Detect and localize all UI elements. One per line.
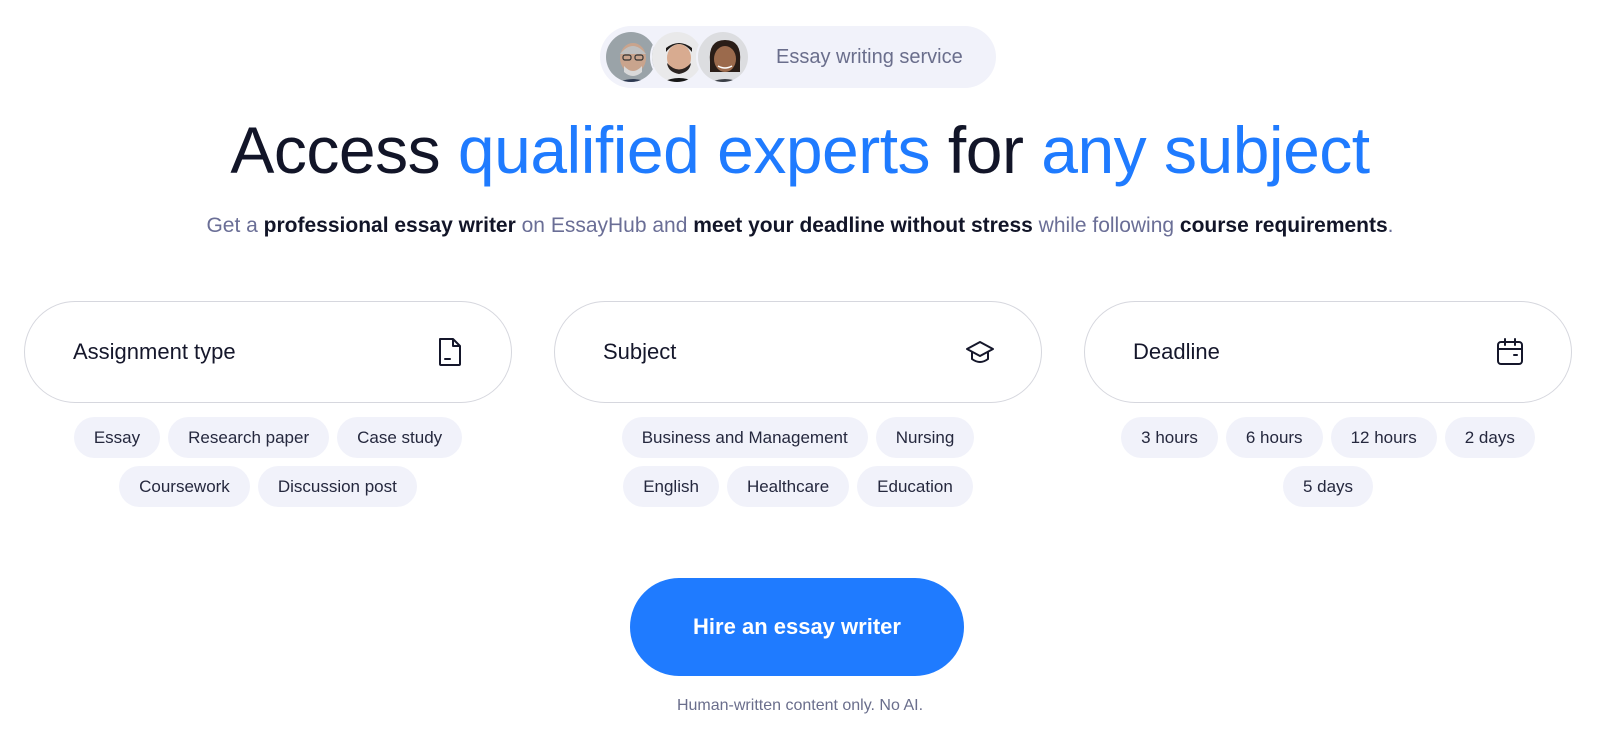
subtitle-text: . (1387, 214, 1394, 237)
chip-option[interactable]: 2 days (1444, 417, 1535, 458)
assignment-type-group: Assignment type Essay Research paper Cas… (24, 301, 512, 507)
page-subtitle: Get a professional essay writer on Essay… (0, 214, 1600, 238)
chip-option[interactable]: Case study (337, 417, 463, 458)
subtitle-highlight: professional essay writer (263, 214, 516, 237)
chip-option[interactable]: Research paper (168, 417, 330, 458)
subtitle-highlight: meet your deadline without stress (693, 214, 1033, 237)
chip-option[interactable]: 5 days (1282, 466, 1374, 507)
page-title: Access qualified experts for any subject (0, 112, 1600, 188)
subject-group: Subject Business and Management Nursing … (554, 301, 1042, 507)
subject-select[interactable]: Subject (554, 301, 1042, 403)
chip-option[interactable]: English (623, 466, 719, 507)
deadline-select[interactable]: Deadline (1084, 301, 1572, 403)
chip-option[interactable]: Nursing (875, 417, 975, 458)
graduation-cap-icon (965, 337, 995, 367)
deadline-group: Deadline 3 hours 6 hours 12 hours 2 days… (1084, 301, 1572, 507)
chip-option[interactable]: Coursework (119, 466, 250, 507)
chip-option[interactable]: 3 hours (1121, 417, 1218, 458)
field-label: Subject (603, 339, 677, 364)
chip-option[interactable]: Healthcare (726, 466, 850, 507)
title-accent: qualified experts (457, 113, 931, 187)
field-label: Deadline (1133, 339, 1220, 364)
subtitle-text: Get a (206, 214, 264, 237)
title-accent: any subject (1041, 113, 1370, 187)
assignment-type-select[interactable]: Assignment type (24, 301, 512, 403)
subtitle-text: while following (1032, 214, 1180, 237)
subtitle-highlight: course requirements (1179, 214, 1388, 237)
avatar (696, 30, 750, 84)
hire-writer-button[interactable]: Hire an essay writer (630, 578, 964, 676)
chip-option[interactable]: Business and Management (621, 417, 868, 458)
field-label: Assignment type (73, 339, 236, 364)
avatar-group (600, 30, 750, 84)
chip-option[interactable]: Education (857, 466, 973, 507)
chip-option[interactable]: 6 hours (1225, 417, 1323, 458)
title-part: for (930, 113, 1042, 187)
calendar-icon (1495, 337, 1525, 367)
writers-badge: Essay writing service (600, 26, 996, 88)
title-part: Access (230, 113, 458, 187)
document-icon (435, 337, 465, 367)
deadline-chips: 3 hours 6 hours 12 hours 2 days 5 days (1084, 417, 1572, 507)
disclaimer-note: Human-written content only. No AI. (676, 697, 924, 714)
assignment-type-chips: Essay Research paper Case study Coursewo… (24, 417, 512, 507)
chip-option[interactable]: Discussion post (257, 466, 417, 507)
badge-label: Essay writing service (776, 45, 963, 68)
chip-option[interactable]: 12 hours (1330, 417, 1437, 458)
subject-chips: Business and Management Nursing English … (554, 417, 1042, 507)
subtitle-text: on EssayHub and (515, 214, 694, 237)
chip-option[interactable]: Essay (73, 417, 161, 458)
